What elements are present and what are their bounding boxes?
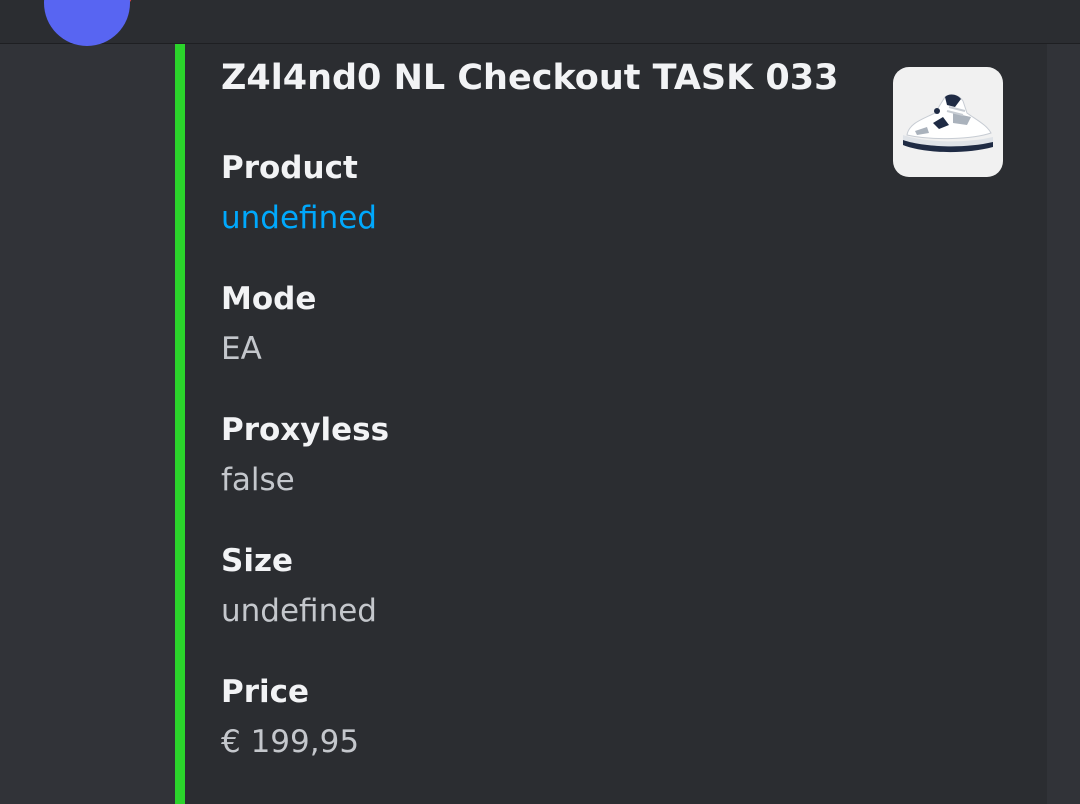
sneaker-icon [903,94,993,153]
embed-card: Z4l4nd0 NL Checkout TASK 033 Product und… [175,44,1047,804]
field-name: Product [221,150,358,186]
field-name: Size [221,543,294,579]
field-name: Mode [221,281,317,317]
channel-top-bar [0,0,1080,44]
field-name: Proxyless [221,412,390,448]
embed-fields: Product undefined Mode EA Proxyless fals… [221,146,389,801]
field-price: Price € 199,95 [221,670,389,801]
field-value: undefined [221,593,377,629]
field-value: EA [221,331,262,367]
field-product: Product undefined [221,146,389,277]
field-value: € 199,95 [221,724,360,760]
field-name: Price [221,674,310,710]
product-link[interactable]: undefined [221,196,389,240]
field-mode: Mode EA [221,277,389,408]
field-size: Size undefined [221,539,389,670]
field-value: false [221,462,295,498]
product-thumbnail[interactable] [893,67,1003,177]
embed-title: Z4l4nd0 NL Checkout TASK 033 [221,58,839,98]
field-proxyless: Proxyless false [221,408,389,539]
